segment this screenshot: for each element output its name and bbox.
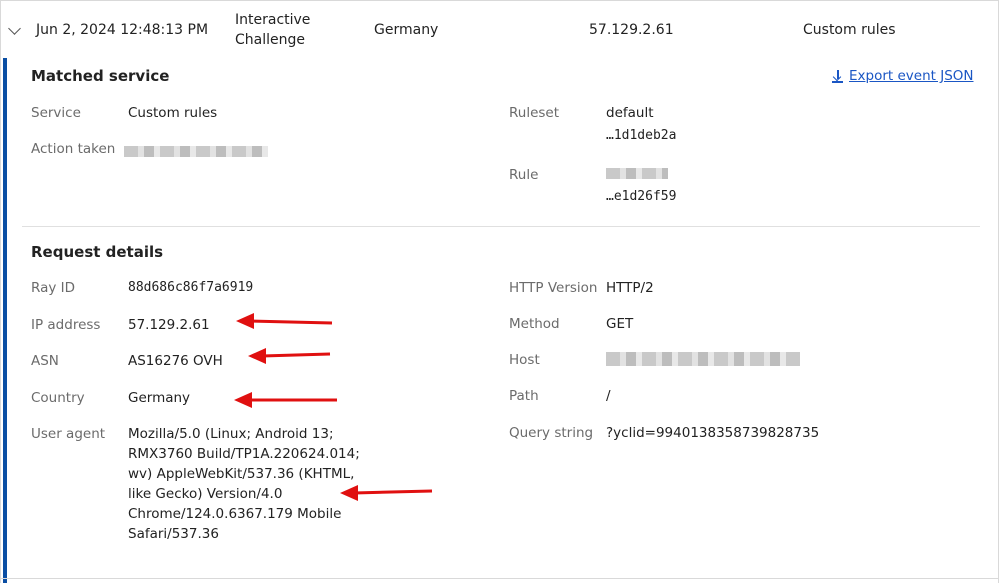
service-label: Service	[31, 105, 81, 121]
ray-id-label: Ray ID	[31, 280, 76, 296]
user-agent-value: Mozilla/5.0 (Linux; Android 13; RMX3760 …	[128, 426, 360, 542]
action-taken-redacted	[124, 146, 268, 157]
method-label: Method	[509, 316, 560, 332]
matched-service-title: Matched service	[31, 67, 170, 85]
method-value: GET	[606, 316, 634, 332]
asn-label: ASN	[31, 353, 59, 369]
path-value: /	[606, 388, 611, 404]
country-value: Germany	[128, 390, 191, 406]
action-taken-label: Action taken	[31, 141, 116, 157]
path-label: Path	[509, 388, 539, 404]
query-string-value: ?yclid=9940138358739828735	[606, 425, 820, 441]
ray-id-value: 88d686c86f7a6919	[128, 280, 254, 295]
ruleset-label: Ruleset	[509, 105, 560, 121]
event-datetime: Jun 2, 2024 12:48:13 PM	[36, 22, 209, 38]
request-details-title: Request details	[31, 243, 164, 261]
ruleset-name: default	[606, 105, 654, 121]
host-label: Host	[509, 352, 540, 368]
ip-address-value: 57.129.2.61	[128, 317, 210, 333]
http-version-label: HTTP Version	[509, 280, 598, 296]
query-string-label: Query string	[509, 425, 594, 441]
event-country: Germany	[374, 22, 439, 38]
download-icon	[832, 69, 843, 83]
export-event-json-label: Export event JSON	[849, 68, 974, 84]
event-ip: 57.129.2.61	[589, 22, 674, 38]
asn-value: AS16276 OVH	[128, 353, 223, 369]
rule-id: …e1d26f59	[606, 189, 677, 204]
service-value: Custom rules	[128, 105, 218, 121]
expanded-accent-bar	[3, 58, 7, 583]
ip-address-label: IP address	[31, 317, 101, 333]
export-event-json-link[interactable]: Export event JSON	[832, 68, 974, 84]
event-action-line1: Interactive	[235, 12, 311, 28]
bottom-border	[0, 578, 999, 579]
ruleset-id: …1d1deb2a	[606, 128, 677, 143]
user-agent-label: User agent	[31, 426, 106, 442]
event-summary-row[interactable]: Jun 2, 2024 12:48:13 PM Interactive Chal…	[0, 0, 999, 58]
country-label: Country	[31, 390, 85, 406]
event-service: Custom rules	[803, 22, 896, 38]
chevron-down-icon[interactable]	[8, 22, 21, 35]
event-action-line2: Challenge	[235, 32, 305, 48]
rule-label: Rule	[509, 167, 539, 183]
http-version-value: HTTP/2	[606, 280, 654, 296]
section-divider	[22, 226, 980, 227]
host-value-redacted	[606, 352, 800, 366]
rule-name-redacted	[606, 168, 668, 179]
